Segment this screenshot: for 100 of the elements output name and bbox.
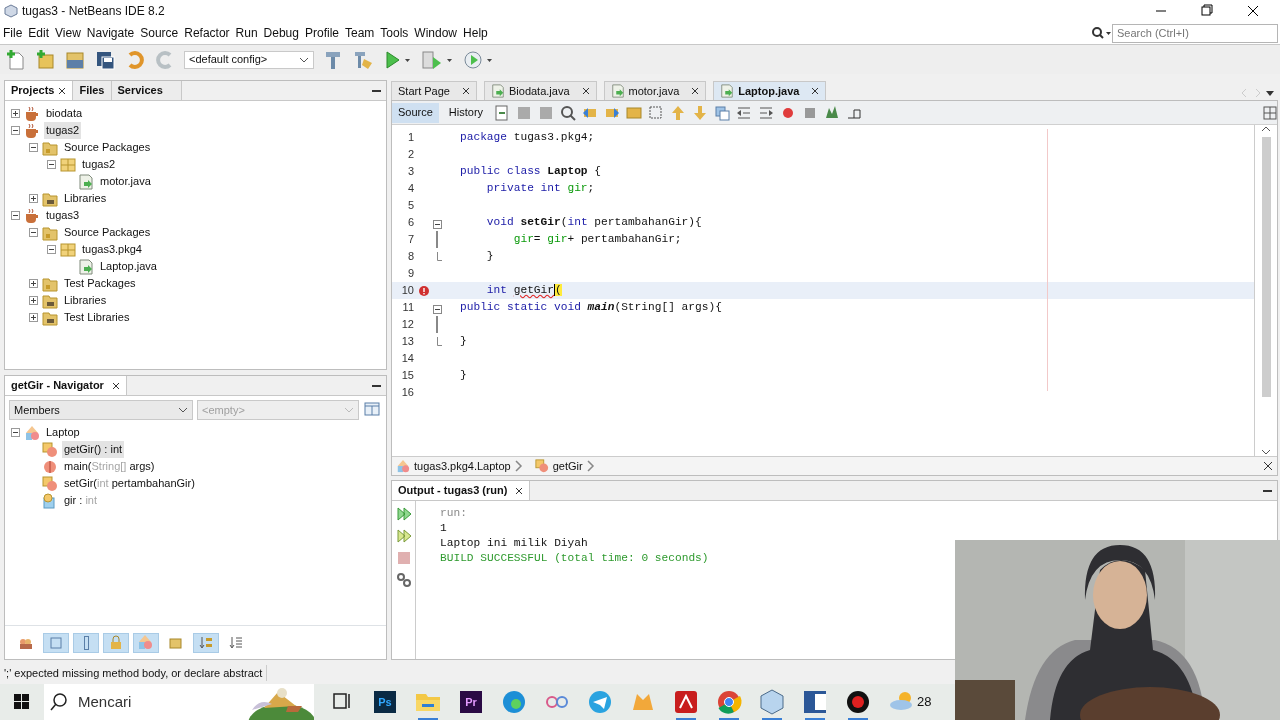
panel-layout-icon[interactable] <box>363 400 381 418</box>
taskbar-search[interactable]: Mencari <box>44 684 314 720</box>
filter-toggle[interactable] <box>103 632 129 653</box>
member-item[interactable]: Laptop <box>44 424 82 441</box>
collapse-toggle-icon[interactable] <box>29 143 38 152</box>
line-number: 14 <box>400 351 415 367</box>
collapse-toggle-icon[interactable] <box>11 126 20 135</box>
settings-icon[interactable] <box>394 571 413 589</box>
tree-item[interactable]: Laptop.java <box>98 258 159 275</box>
close-icon[interactable] <box>581 87 590 95</box>
close-icon[interactable] <box>515 486 524 495</box>
close-icon[interactable] <box>111 381 120 390</box>
magnifier-icon[interactable] <box>559 103 578 122</box>
breadcrumb-item[interactable]: getGir <box>552 457 583 475</box>
expand-toggle-icon[interactable] <box>11 109 20 118</box>
editor-tab[interactable]: Start Page <box>391 81 477 100</box>
tree-item[interactable]: Source Packages <box>62 224 153 241</box>
editor-tab[interactable]: Laptop.java <box>713 81 827 100</box>
menu-item[interactable]: Profile <box>302 24 342 42</box>
fold-end-line <box>436 252 442 261</box>
scroll-up-icon[interactable] <box>1261 125 1271 133</box>
panel-tab[interactable]: Output - tugas3 (run) <box>392 481 531 500</box>
filter-toggle[interactable] <box>133 632 159 653</box>
toggle-bookmark-icon[interactable] <box>713 103 732 122</box>
menu-item[interactable]: Window <box>411 24 461 42</box>
tree-item[interactable]: Test Packages <box>62 275 138 292</box>
filter-toggle[interactable] <box>43 632 69 653</box>
panel-tab[interactable]: Services <box>111 81 182 100</box>
filter-toggle[interactable] <box>73 632 99 653</box>
member-item[interactable]: main(String[] args) <box>62 458 157 475</box>
fold-icon[interactable] <box>432 305 442 314</box>
menu-item[interactable]: Navigate <box>83 24 138 42</box>
panel-tab[interactable]: Files <box>73 81 112 100</box>
panel-tab[interactable]: Projects <box>5 81 74 100</box>
menu-item[interactable]: Source <box>137 24 182 42</box>
search-icon[interactable] <box>1090 25 1112 41</box>
editor-tab[interactable]: motor.java <box>603 81 707 100</box>
menu-item[interactable]: Help <box>460 24 491 42</box>
collapse-toggle-icon[interactable] <box>47 245 56 254</box>
tree-item[interactable]: tugas2 <box>44 122 82 139</box>
tree-item[interactable]: motor.java <box>98 173 153 190</box>
view-toggle[interactable]: Source <box>392 102 439 123</box>
tree-item[interactable]: tugas3.pkg4 <box>80 241 144 258</box>
members-dropdown[interactable]: Members <box>9 400 193 420</box>
split-icon[interactable] <box>1263 105 1277 120</box>
fold-end-line <box>436 337 442 346</box>
collapse-toggle-icon[interactable] <box>47 160 56 169</box>
config-dropdown[interactable]: <default config> <box>184 50 314 69</box>
scrollbar-thumb[interactable] <box>1261 137 1271 397</box>
member-item[interactable]: setGir(int pertambahanGir) <box>62 475 197 492</box>
menu-item[interactable]: Debug <box>260 24 302 42</box>
close-icon[interactable] <box>462 87 470 95</box>
tree-item[interactable]: tugas3 <box>44 207 82 224</box>
tree-item[interactable]: Libraries <box>62 190 109 207</box>
rerun-options-icon[interactable] <box>394 527 413 545</box>
view-toggle[interactable]: History <box>442 102 490 123</box>
rerun-icon[interactable] <box>394 505 413 523</box>
collapse-toggle-icon[interactable] <box>29 228 38 237</box>
expand-toggle-icon[interactable] <box>29 194 38 203</box>
scroll-down-icon[interactable] <box>1261 448 1271 456</box>
new-project-icon[interactable] <box>34 48 56 71</box>
tree-item[interactable]: tugas2 <box>80 156 118 173</box>
temperature: 28 <box>917 693 932 712</box>
chevron-icon <box>299 55 309 64</box>
new-file-icon[interactable] <box>4 48 26 71</box>
tree-item[interactable]: Test Libraries <box>62 309 132 326</box>
bar-icon <box>83 635 89 650</box>
editor-tab[interactable]: Biodata.java <box>484 81 597 100</box>
member-item[interactable]: getGir() : int <box>62 441 125 458</box>
library-folder-icon <box>42 309 58 326</box>
java-file-icon <box>491 84 505 98</box>
collapse-toggle-icon[interactable] <box>11 211 20 220</box>
tree-item[interactable]: biodata <box>44 105 85 122</box>
debug-icon[interactable] <box>420 48 454 71</box>
expand-toggle-icon[interactable] <box>29 296 38 305</box>
menu-item[interactable]: View <box>52 24 84 42</box>
line-number: 9 <box>406 266 415 282</box>
expand-toggle-icon[interactable] <box>29 279 38 288</box>
tree-item[interactable]: Source Packages <box>62 139 153 156</box>
line-number: 3 <box>406 164 415 180</box>
expand-toggle-icon[interactable] <box>29 313 38 322</box>
search-field[interactable]: Search (Ctrl+I) <box>1112 23 1278 43</box>
close-icon[interactable] <box>1263 461 1273 471</box>
member-item[interactable]: gir : int <box>62 492 100 509</box>
filter-toggle[interactable] <box>193 632 219 653</box>
menu-item[interactable]: Refactor <box>181 24 233 42</box>
fold-icon[interactable] <box>432 220 442 229</box>
menu-item[interactable]: Edit <box>25 24 53 42</box>
panel-tab[interactable]: getGir - Navigator <box>5 376 127 395</box>
breadcrumb-item[interactable]: tugas3.pkg4.Laptop <box>414 457 511 475</box>
menu-item[interactable]: Team <box>342 24 378 42</box>
close-icon[interactable] <box>691 87 700 95</box>
menu-item[interactable]: Tools <box>377 24 412 42</box>
tree-item[interactable]: Libraries <box>62 292 109 309</box>
code-line: } <box>485 249 494 265</box>
menu-item[interactable]: Run <box>232 24 261 42</box>
close-icon[interactable] <box>58 86 67 95</box>
close-icon[interactable] <box>811 87 820 95</box>
menu-item[interactable]: File <box>0 24 26 42</box>
collapse-toggle-icon[interactable] <box>11 428 20 437</box>
